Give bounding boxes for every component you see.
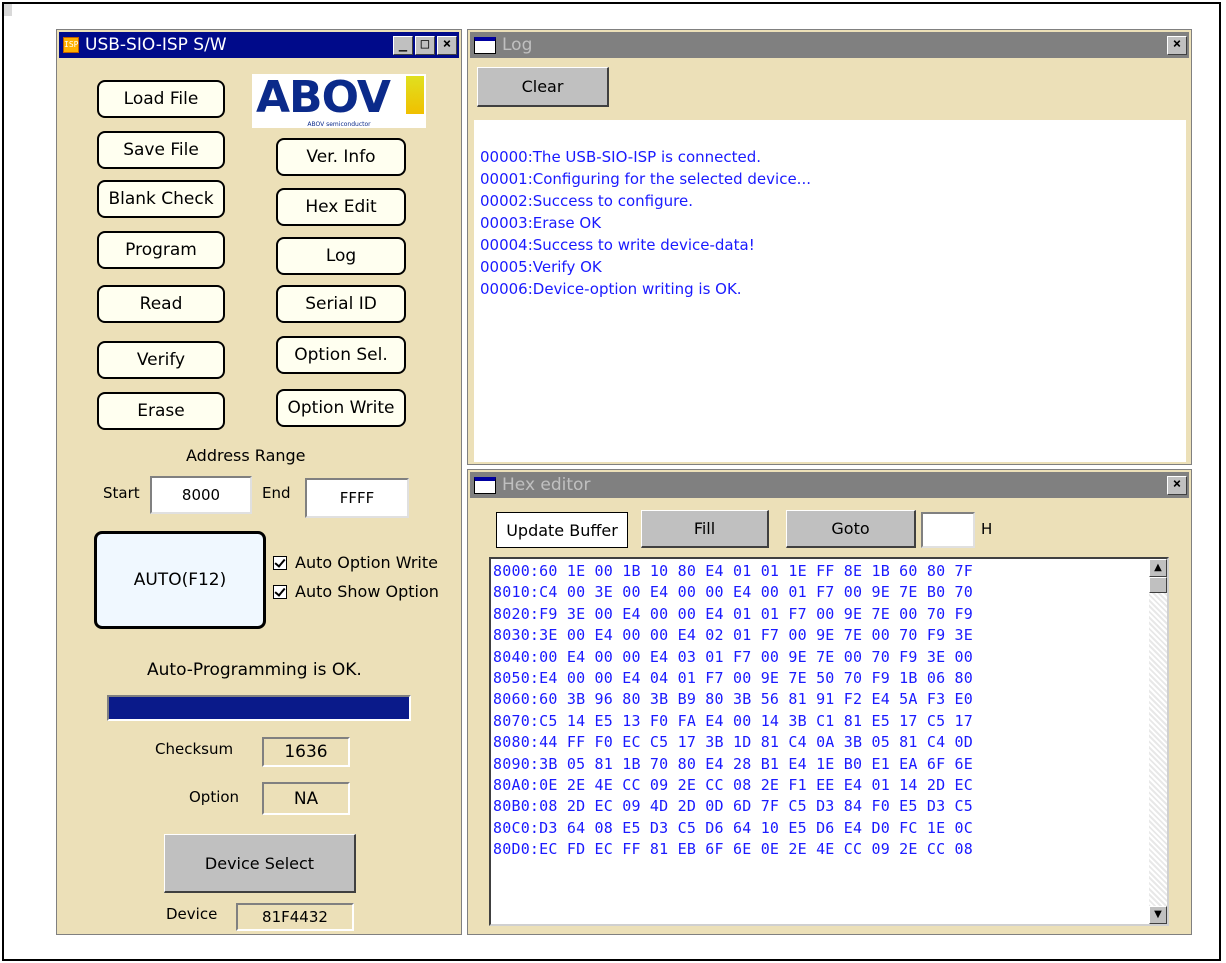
verify-button[interactable]: Verify	[97, 341, 225, 379]
main-title-bar[interactable]: ISP USB-SIO-ISP S/W _ □ ×	[59, 32, 459, 58]
log-line: 00006:Device-option writing is OK.	[480, 280, 742, 298]
log-line: 00000:The USB-SIO-ISP is connected.	[480, 148, 762, 166]
device-select-button[interactable]: Device Select	[164, 834, 356, 893]
clear-button[interactable]: Clear	[477, 67, 609, 107]
address-range-label: Address Range	[186, 446, 306, 465]
start-address-field[interactable]: 8000	[150, 476, 252, 514]
checksum-label: Checksum	[155, 740, 234, 758]
progress-bar	[107, 695, 411, 721]
read-button[interactable]: Read	[97, 285, 225, 323]
log-line: 00005:Verify OK	[480, 258, 602, 276]
log-line: 00001:Configuring for the selected devic…	[480, 170, 811, 188]
option-value: NA	[262, 782, 350, 815]
hex-row: 8030:3E 00 E4 00 00 E4 02 01 F7 00 9E 7E…	[493, 626, 973, 645]
window-icon	[474, 476, 496, 494]
hex-row: 8070:C5 14 E5 13 F0 FA E4 00 14 3B C1 81…	[493, 711, 973, 730]
close-icon[interactable]: ×	[1167, 475, 1187, 495]
blank-check-button[interactable]: Blank Check	[97, 180, 225, 218]
hex-row: 8010:C4 00 3E 00 E4 00 00 E4 00 01 F7 00…	[493, 583, 973, 602]
auto-show-option-checkbox[interactable]: Auto Show Option	[273, 582, 439, 601]
scroll-thumb[interactable]	[1149, 577, 1167, 593]
logo-subtext: ABOV semiconductor	[307, 121, 371, 128]
option-label: Option	[189, 788, 240, 806]
program-button[interactable]: Program	[97, 231, 225, 269]
update-buffer-button[interactable]: Update Buffer	[496, 512, 628, 548]
ver-info-button[interactable]: Ver. Info	[276, 138, 406, 176]
option-sel-button[interactable]: Option Sel.	[276, 336, 406, 374]
checkbox-checked-icon	[273, 555, 287, 570]
auto-show-option-label: Auto Show Option	[295, 582, 439, 601]
hex-row: 80C0:D3 64 08 E5 D3 C5 D6 64 10 E5 D6 E4…	[493, 818, 973, 837]
device-value: 81F4432	[236, 903, 354, 931]
maximize-icon[interactable]: □	[415, 35, 435, 55]
end-label: End	[262, 484, 291, 502]
goto-button[interactable]: Goto	[786, 510, 916, 548]
auto-option-write-label: Auto Option Write	[295, 553, 438, 572]
start-label: Start	[103, 484, 140, 502]
hex-title-bar[interactable]: Hex editor ×	[470, 472, 1189, 498]
log-line: 00003:Erase OK	[480, 214, 602, 232]
logo-text: ABOV	[256, 72, 391, 123]
close-icon[interactable]: ×	[437, 35, 457, 55]
close-icon[interactable]: ×	[1167, 35, 1187, 55]
hex-dump-area[interactable]: 8000:60 1E 00 1B 10 80 E4 01 01 1E FF 8E…	[489, 557, 1169, 926]
serial-id-button[interactable]: Serial ID	[276, 285, 406, 323]
end-address-field[interactable]: FFFF	[305, 478, 409, 518]
auto-option-write-checkbox[interactable]: Auto Option Write	[273, 553, 438, 572]
hex-row: 8090:3B 05 81 1B 70 80 E4 28 B1 E4 1E B0…	[493, 754, 973, 773]
abov-logo: ABOV ABOV semiconductor	[252, 72, 426, 128]
hex-row: 8080:44 FF F0 EC C5 17 3B 1D 81 C4 0A 3B…	[493, 733, 973, 752]
scroll-down-icon[interactable]: ▼	[1149, 906, 1167, 924]
vertical-scrollbar[interactable]: ▲ ▼	[1149, 559, 1167, 924]
hex-row: 8040:00 E4 00 00 E4 03 01 F7 00 9E 7E 00…	[493, 647, 973, 666]
hex-row: 8060:60 3B 96 80 3B B9 80 3B 56 81 91 F2…	[493, 690, 973, 709]
logo-accent	[406, 76, 424, 114]
log-button[interactable]: Log	[276, 237, 406, 275]
log-text-area[interactable]: 00000:The USB-SIO-ISP is connected. 00001…	[474, 120, 1186, 462]
hex-row: 8000:60 1E 00 1B 10 80 E4 01 01 1E FF 8E…	[493, 562, 973, 580]
log-line: 00002:Success to configure.	[480, 192, 693, 210]
log-title: Log	[502, 35, 533, 55]
window-icon	[474, 36, 496, 54]
hex-row: 80B0:08 2D EC 09 4D 2D 0D 6D 7F C5 D3 84…	[493, 797, 973, 816]
hex-title: Hex editor	[502, 475, 591, 495]
fill-button[interactable]: Fill	[641, 510, 769, 548]
auto-button[interactable]: AUTO(F12)	[94, 531, 266, 629]
option-write-button[interactable]: Option Write	[276, 389, 406, 427]
progress-fill	[109, 697, 409, 719]
hex-edit-button[interactable]: Hex Edit	[276, 188, 406, 226]
log-title-bar[interactable]: Log ×	[470, 32, 1189, 58]
window-title: USB-SIO-ISP S/W	[85, 35, 227, 55]
status-text: Auto-Programming is OK.	[147, 660, 362, 680]
save-file-button[interactable]: Save File	[97, 131, 225, 169]
hex-row: 80A0:0E 2E 4E CC 09 2E CC 08 2E F1 EE E4…	[493, 776, 973, 795]
checksum-value: 1636	[262, 737, 350, 767]
hex-row: 80D0:EC FD EC FF 81 EB 6F 6E 0E 2E 4E CC…	[493, 840, 973, 859]
goto-address-field[interactable]	[921, 512, 975, 548]
load-file-button[interactable]: Load File	[97, 80, 225, 118]
erase-button[interactable]: Erase	[97, 392, 225, 430]
app-icon: ISP	[63, 37, 79, 53]
device-label: Device	[166, 905, 218, 923]
hex-row: 8020:F9 3E 00 E4 00 00 E4 01 01 F7 00 9E…	[493, 604, 973, 623]
minimize-icon[interactable]: _	[393, 35, 413, 55]
goto-hex-suffix: H	[981, 520, 993, 538]
checkbox-checked-icon	[273, 584, 287, 599]
scroll-up-icon[interactable]: ▲	[1149, 559, 1167, 577]
log-line: 00004:Success to write device-data!	[480, 236, 755, 254]
hex-row: 8050:E4 00 00 E4 04 01 F7 00 9E 7E 50 70…	[493, 669, 973, 688]
